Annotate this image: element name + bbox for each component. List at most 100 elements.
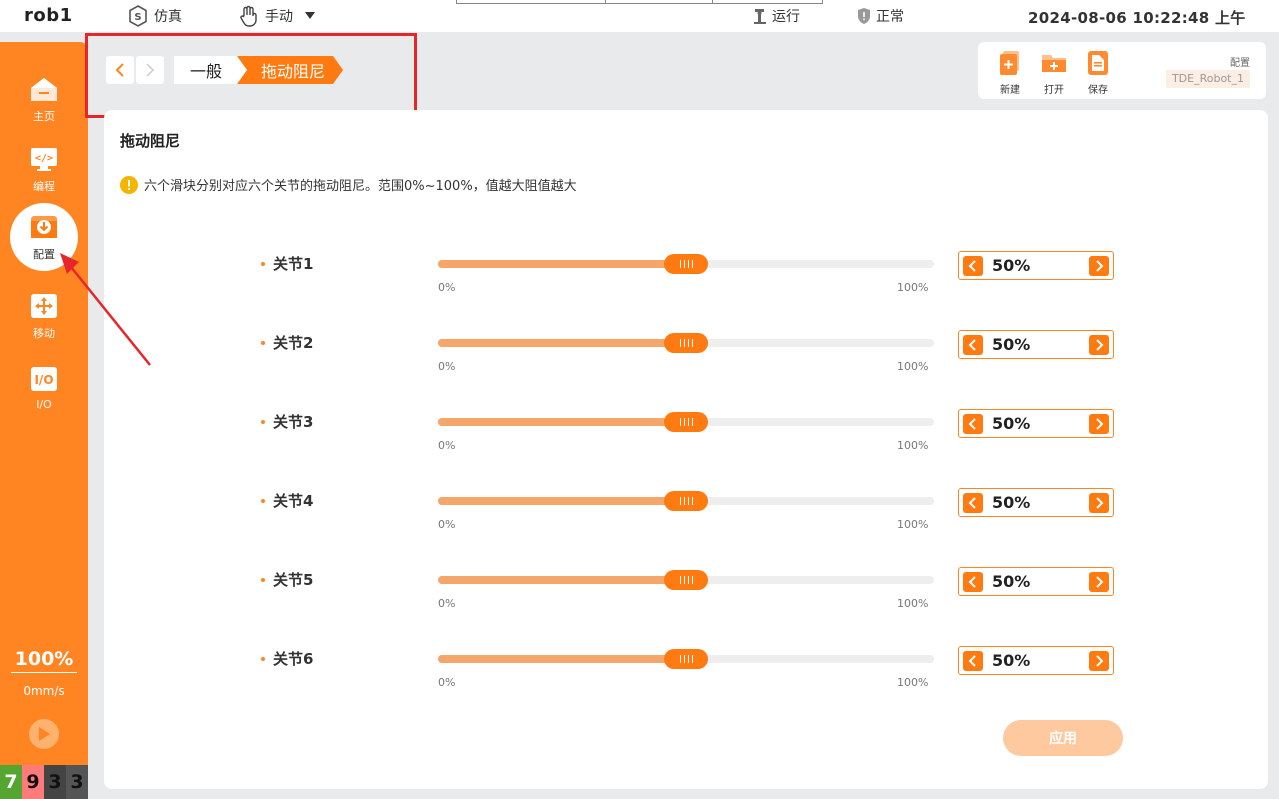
svg-text:S: S	[134, 12, 141, 23]
counter-1: 7	[0, 765, 22, 799]
decrement-button[interactable]	[963, 651, 983, 671]
counter-4: 3	[66, 765, 88, 799]
damping-value[interactable]: 50%	[992, 493, 1030, 512]
joint-label: 关节5	[261, 569, 313, 590]
decrement-button[interactable]	[963, 493, 983, 513]
slider-max-label: 100%	[897, 518, 929, 531]
increment-button[interactable]	[1089, 572, 1109, 592]
decrement-button[interactable]	[963, 414, 983, 434]
chevron-left-icon	[968, 576, 978, 588]
damping-slider[interactable]	[438, 333, 934, 353]
bullet-dot	[261, 340, 265, 345]
slider-fill	[438, 339, 686, 347]
slider-handle[interactable]	[664, 491, 708, 511]
damping-value[interactable]: 50%	[992, 335, 1030, 354]
chevron-left-icon	[968, 260, 978, 272]
folder-icon	[1040, 50, 1068, 79]
damping-slider[interactable]	[438, 649, 934, 669]
bullet-dot	[261, 656, 265, 661]
damping-value[interactable]: 50%	[992, 256, 1030, 275]
robot-arm-icon	[752, 7, 768, 25]
sim-mode-label: 仿真	[154, 9, 182, 25]
slider-handle[interactable]	[664, 412, 708, 432]
new-button[interactable]: 新建	[990, 50, 1030, 96]
joint-name: 关节1	[273, 255, 314, 273]
sidebar-item-home[interactable]: 主页	[8, 65, 80, 135]
slider-handle[interactable]	[664, 254, 708, 274]
slider-handle[interactable]	[664, 649, 708, 669]
save-button[interactable]: 保存	[1078, 50, 1118, 96]
slider-max-label: 100%	[897, 439, 929, 452]
damping-value[interactable]: 50%	[992, 651, 1030, 670]
joint-row: 关节5 0% 100% 50%	[104, 567, 1268, 629]
shield-icon	[856, 7, 872, 25]
damping-value[interactable]: 50%	[992, 414, 1030, 433]
sidebar-item-label: 主页	[33, 110, 55, 123]
sidebar-item-program[interactable]: </> 编程	[8, 135, 80, 205]
save-icon	[1085, 50, 1111, 79]
speed-percent[interactable]: 100%	[11, 648, 77, 673]
svg-text:I/O: I/O	[34, 373, 53, 387]
chevron-left-icon	[968, 418, 978, 430]
damping-stepper: 50%	[958, 251, 1114, 280]
slider-min-label: 0%	[438, 281, 456, 294]
top-bar: rob1 S 仿真 手动 运行 正常 2024-08-06 10:22:48 上…	[0, 0, 1279, 32]
increment-button[interactable]	[1089, 651, 1109, 671]
slider-max-label: 100%	[897, 676, 929, 689]
control-mode-dropdown[interactable]: 手动	[237, 5, 315, 27]
damping-stepper: 50%	[958, 488, 1114, 517]
slider-max-label: 100%	[897, 281, 929, 294]
sidebar-item-label: 编程	[33, 180, 55, 193]
slider-fill	[438, 576, 686, 584]
decrement-button[interactable]	[963, 572, 983, 592]
slider-handle[interactable]	[664, 570, 708, 590]
damping-slider[interactable]	[438, 491, 934, 511]
counter-3: 3	[44, 765, 66, 799]
slider-min-label: 0%	[438, 360, 456, 373]
sim-mode-toggle[interactable]: S 仿真	[126, 5, 182, 27]
chevron-left-icon	[968, 497, 978, 509]
play-button[interactable]	[29, 719, 59, 749]
slider-handle[interactable]	[664, 333, 708, 353]
damping-slider[interactable]	[438, 570, 934, 590]
increment-button[interactable]	[1089, 414, 1109, 434]
status-indicator: 正常	[856, 6, 904, 26]
increment-button[interactable]	[1089, 493, 1109, 513]
robot-name: rob1	[24, 5, 73, 26]
control-mode-label: 手动	[265, 9, 293, 25]
joint-row: 关节6 0% 100% 50%	[104, 646, 1268, 708]
joint-name: 关节5	[273, 571, 314, 589]
chevron-right-icon	[1094, 260, 1104, 272]
damping-value[interactable]: 50%	[992, 572, 1030, 591]
apply-button[interactable]: 应用	[1003, 720, 1123, 756]
decrement-button[interactable]	[963, 335, 983, 355]
save-label: 保存	[1088, 85, 1108, 96]
drag-damping-card: 拖动阻尼 六个滑块分别对应六个关节的拖动阻尼。范围0%~100%，值越大阻值越大…	[104, 110, 1268, 789]
bullet-dot	[261, 577, 265, 582]
damping-slider[interactable]	[438, 412, 934, 432]
slider-min-label: 0%	[438, 676, 456, 689]
play-icon	[38, 727, 50, 741]
file-panel: 新建 打开 保存 配置 TDE_Robot_1	[978, 42, 1266, 99]
counter-2: 9	[22, 765, 44, 799]
page-title: 拖动阻尼	[120, 132, 181, 150]
increment-button[interactable]	[1089, 256, 1109, 276]
sidebar: 主页 </> 编程 配置 移动 I/O I/O 100% 0mm/s	[0, 42, 88, 799]
damping-slider[interactable]	[438, 254, 934, 274]
joint-label: 关节2	[261, 332, 313, 353]
slider-fill	[438, 655, 686, 663]
slider-min-label: 0%	[438, 518, 456, 531]
chevron-left-icon	[968, 655, 978, 667]
status-counters: 7 9 3 3	[0, 765, 88, 799]
config-label: 配置	[1230, 58, 1250, 69]
decrement-button[interactable]	[963, 256, 983, 276]
open-button[interactable]: 打开	[1034, 50, 1074, 96]
highlight-box	[85, 33, 417, 118]
config-icon	[29, 212, 59, 243]
slider-fill	[438, 497, 686, 505]
joint-row: 关节2 0% 100% 50%	[104, 330, 1268, 392]
datetime: 2024-08-06 10:22:48 上午	[1028, 9, 1246, 27]
chevron-right-icon	[1094, 418, 1104, 430]
increment-button[interactable]	[1089, 335, 1109, 355]
damping-stepper: 50%	[958, 567, 1114, 596]
